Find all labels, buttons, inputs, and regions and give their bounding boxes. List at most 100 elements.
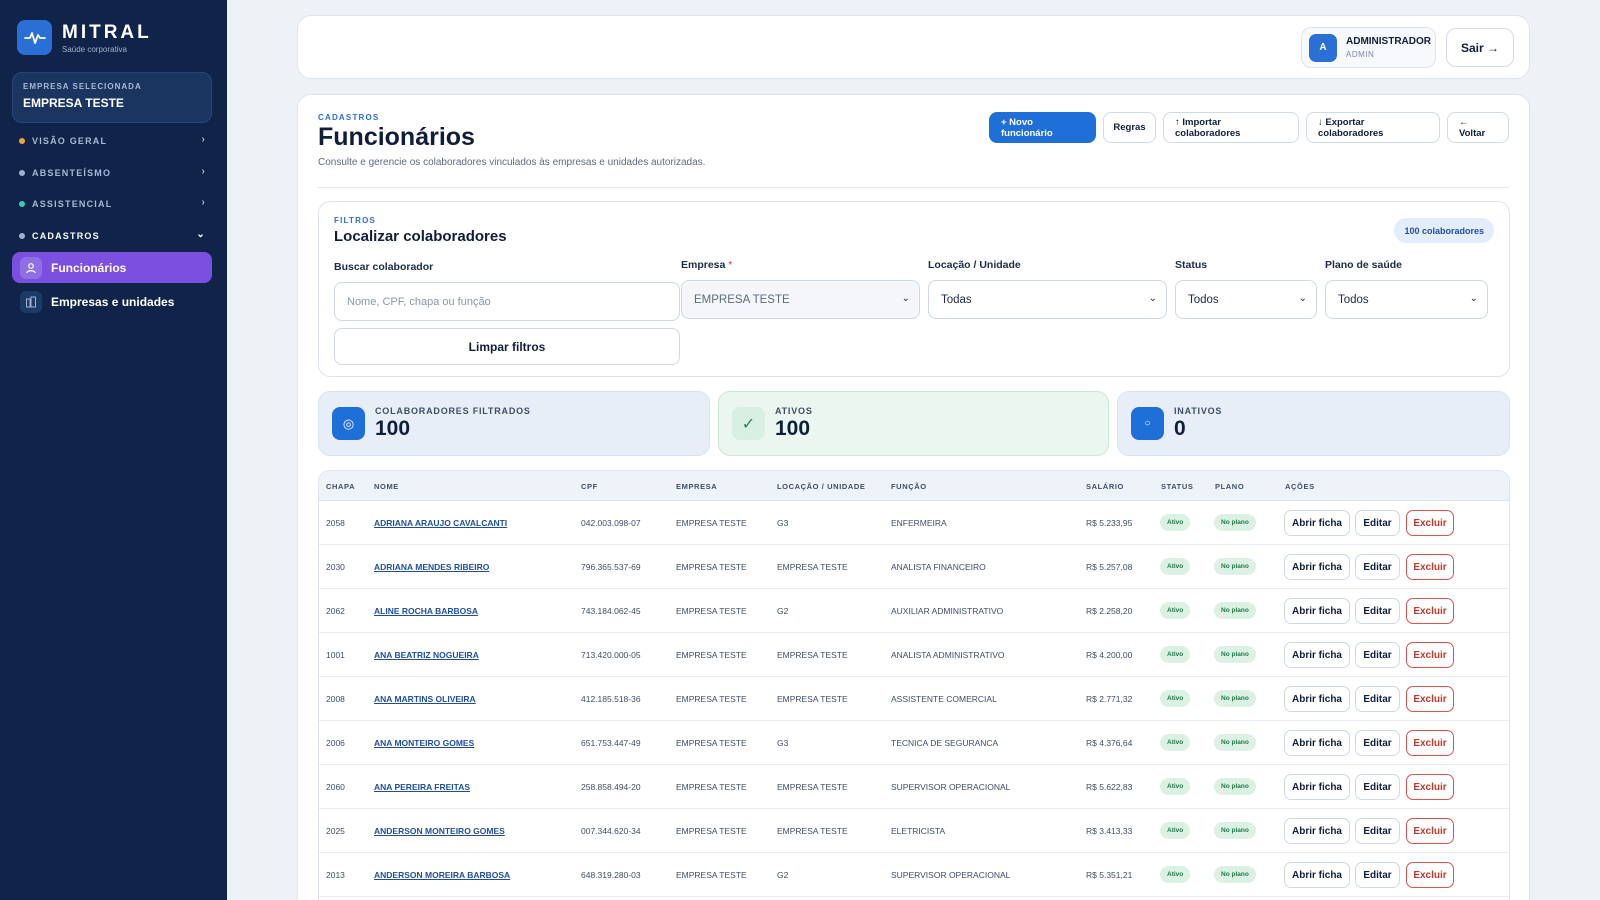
search-input[interactable]: Nome, CPF, chapa ou função <box>334 282 680 321</box>
new-employee-button[interactable]: + Novo funcionário <box>989 112 1096 143</box>
building-icon <box>20 290 42 313</box>
topbar: A ADMINISTRADOR ADMIN Sair → <box>297 15 1530 79</box>
edit-button[interactable]: Editar <box>1355 774 1400 800</box>
column-header: AÇÕES <box>1285 482 1315 491</box>
cell-empresa: EMPRESA TESTE <box>676 518 747 528</box>
employee-name-link[interactable]: ANDERSON MOREIRA BARBOSA <box>374 870 510 880</box>
delete-button[interactable]: Excluir <box>1406 642 1454 668</box>
edit-button[interactable]: Editar <box>1355 862 1400 888</box>
cell-funcao: ANALISTA ADMINISTRATIVO <box>891 650 1005 660</box>
location-select[interactable]: Todas ⌄ <box>928 280 1167 319</box>
open-record-button[interactable]: Abrir ficha <box>1284 818 1350 844</box>
export-button[interactable]: ↓ Exportar colaboradores <box>1306 112 1440 143</box>
delete-button[interactable]: Excluir <box>1406 598 1454 624</box>
status-badge: Ativo <box>1160 734 1191 751</box>
employee-name-link[interactable]: ADRIANA MENDES RIBEIRO <box>374 562 489 572</box>
nav-section-cadastros[interactable]: CADASTROS ⌄ <box>12 223 212 249</box>
nav-section-assistencial[interactable]: ASSISTENCIAL › <box>12 191 212 217</box>
cell-salario: R$ 4.376,64 <box>1086 738 1133 748</box>
edit-button[interactable]: Editar <box>1355 686 1400 712</box>
selected-company-value: EMPRESA TESTE <box>23 96 124 110</box>
stat-value: 0 <box>1174 417 1186 440</box>
column-header[interactable]: FUNÇÃO <box>891 482 927 491</box>
open-record-button[interactable]: Abrir ficha <box>1284 598 1350 624</box>
nav-section-visao-geral[interactable]: VISÃO GERAL › <box>12 128 212 154</box>
column-header[interactable]: CPF <box>581 482 598 491</box>
sidebar-item-label: Funcionários <box>51 260 127 275</box>
plan-badge: No plano <box>1214 514 1256 531</box>
edit-button[interactable]: Editar <box>1355 598 1400 624</box>
employee-name-link[interactable]: ANA PEREIRA FREITAS <box>374 782 470 792</box>
user-role: ADMIN <box>1346 50 1375 59</box>
employee-name-link[interactable]: ANA MONTEIRO GOMES <box>374 738 474 748</box>
pulse-logo-icon <box>17 20 52 55</box>
column-header[interactable]: NOME <box>374 482 399 491</box>
nav-section-label: ABSENTEÍSMO <box>32 168 112 178</box>
column-header[interactable]: PLANO <box>1215 482 1244 491</box>
delete-button[interactable]: Excluir <box>1406 730 1454 756</box>
edit-button[interactable]: Editar <box>1355 818 1400 844</box>
sidebar-item-label: Empresas e unidades <box>51 294 175 309</box>
back-button[interactable]: ← Voltar <box>1447 112 1509 143</box>
cell-salario: R$ 5.351,21 <box>1086 870 1133 880</box>
logout-button[interactable]: Sair → <box>1446 28 1514 67</box>
column-header[interactable]: SALÁRIO <box>1086 482 1124 491</box>
clear-filters-button[interactable]: Limpar filtros <box>334 328 680 365</box>
employee-name-link[interactable]: ADRIANA ARAUJO CAVALCANTI <box>374 518 507 528</box>
open-record-button[interactable]: Abrir ficha <box>1284 554 1350 580</box>
rules-button[interactable]: Regras <box>1103 112 1156 143</box>
table-row: 2008 ANA MARTINS OLIVEIRA 412.185.518-36 EM… <box>319 677 1509 721</box>
brand[interactable]: MITRAL Saúde corporativa <box>17 20 152 55</box>
sidebar-item-funcionarios[interactable]: Funcionários <box>12 252 212 283</box>
cell-locacao: G2 <box>777 870 789 880</box>
plan-badge: No plano <box>1214 734 1256 751</box>
stat-inactive: ○ INATIVOS 0 <box>1117 391 1510 456</box>
nav-section-absenteismo[interactable]: ABSENTEÍSMO › <box>12 160 212 186</box>
open-record-button[interactable]: Abrir ficha <box>1284 862 1350 888</box>
column-header[interactable]: LOCAÇÃO / UNIDADE <box>777 482 866 491</box>
delete-button[interactable]: Excluir <box>1406 862 1454 888</box>
open-record-button[interactable]: Abrir ficha <box>1284 510 1350 536</box>
company-label-text: Empresa <box>681 259 726 271</box>
import-button[interactable]: ↑ Importar colaboradores <box>1163 112 1299 143</box>
open-record-button[interactable]: Abrir ficha <box>1284 774 1350 800</box>
edit-button[interactable]: Editar <box>1355 730 1400 756</box>
nav-section-label: ASSISTENCIAL <box>32 199 113 209</box>
employee-name-link[interactable]: ANA MARTINS OLIVEIRA <box>374 694 476 704</box>
employee-name-link[interactable]: ANA BEATRIZ NOGUEIRA <box>374 650 479 660</box>
column-header[interactable]: EMPRESA <box>676 482 717 491</box>
edit-button[interactable]: Editar <box>1355 642 1400 668</box>
status-select[interactable]: Todos ⌄ <box>1175 280 1317 319</box>
plan-select[interactable]: Todos ⌄ <box>1325 280 1488 319</box>
location-label: Locação / Unidade <box>928 259 1021 271</box>
open-record-button[interactable]: Abrir ficha <box>1284 730 1350 756</box>
plan-badge: No plano <box>1214 558 1256 575</box>
selected-company[interactable]: EMPRESA SELECIONADA EMPRESA TESTE <box>12 72 212 123</box>
delete-button[interactable]: Excluir <box>1406 774 1454 800</box>
table-row: 1001 ANA BEATRIZ NOGUEIRA 713.420.000-05 EM… <box>319 633 1509 677</box>
page-description: Consulte e gerencie os colaboradores vin… <box>318 157 706 168</box>
plan-badge: No plano <box>1214 602 1256 619</box>
open-record-button[interactable]: Abrir ficha <box>1284 686 1350 712</box>
user-menu[interactable]: A ADMINISTRADOR ADMIN <box>1301 27 1436 68</box>
company-select[interactable]: EMPRESA TESTE ⌄ <box>681 280 920 319</box>
edit-button[interactable]: Editar <box>1355 510 1400 536</box>
delete-button[interactable]: Excluir <box>1406 554 1454 580</box>
edit-button[interactable]: Editar <box>1355 554 1400 580</box>
delete-button[interactable]: Excluir <box>1406 818 1454 844</box>
status-label: Status <box>1175 259 1208 271</box>
user-name: ADMINISTRADOR <box>1346 36 1431 47</box>
employee-name-link[interactable]: ALINE ROCHA BARBOSA <box>374 606 478 616</box>
sidebar-item-empresas[interactable]: Empresas e unidades <box>12 286 212 317</box>
plan-badge: No plano <box>1214 646 1256 663</box>
column-header[interactable]: CHAPA <box>326 482 355 491</box>
column-header[interactable]: STATUS <box>1161 482 1194 491</box>
status-badge: Ativo <box>1160 690 1191 707</box>
employee-name-link[interactable]: ANDERSON MONTEIRO GOMES <box>374 826 505 836</box>
open-record-button[interactable]: Abrir ficha <box>1284 642 1350 668</box>
delete-button[interactable]: Excluir <box>1406 686 1454 712</box>
cell-chapa: 2013 <box>326 870 345 880</box>
cell-locacao: G3 <box>777 738 789 748</box>
delete-button[interactable]: Excluir <box>1406 510 1454 536</box>
sidebar: MITRAL Saúde corporativa EMPRESA SELECIO… <box>0 0 227 900</box>
